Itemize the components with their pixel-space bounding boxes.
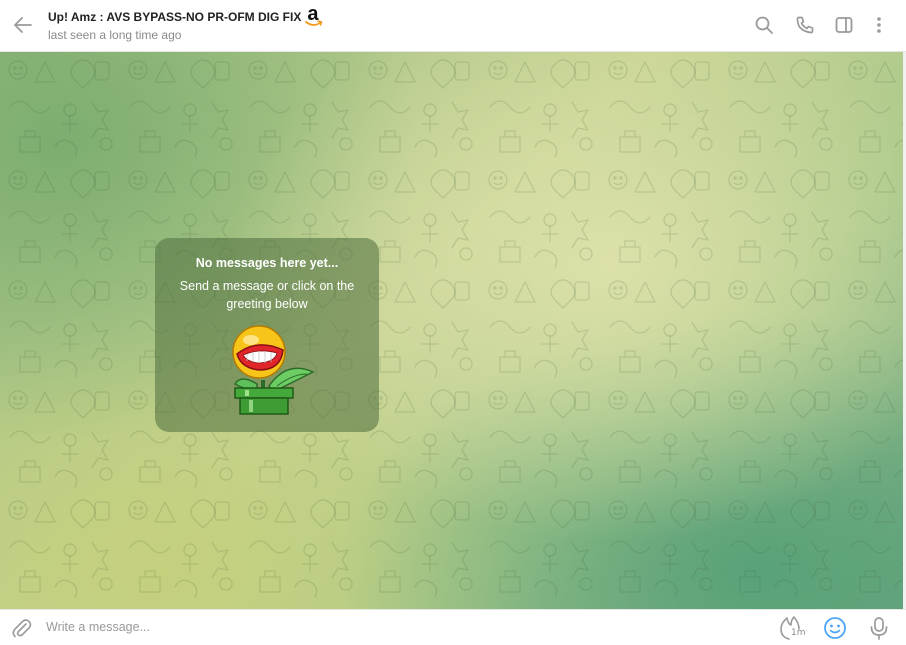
more-options-button[interactable]: [867, 13, 891, 37]
message-composer: 1m: [0, 609, 906, 643]
sidebar-toggle-icon: [835, 17, 853, 33]
piranha-plant-sticker[interactable]: [227, 324, 317, 416]
arrow-left-icon: [14, 17, 32, 33]
amazon-logo: a: [305, 3, 323, 28]
chat-header: Up! Amz : AVS BYPASS-NO PR-OFM DIG FIX a…: [0, 0, 906, 52]
microphone-icon: [870, 617, 888, 640]
doodle-pattern: [0, 52, 903, 609]
chat-status: last seen a long time ago: [48, 28, 182, 42]
emoji-button[interactable]: [822, 615, 848, 641]
emoji-icon: [824, 617, 846, 639]
chat-background: No messages here yet... Send a message o…: [0, 52, 903, 609]
more-vertical-icon: [877, 17, 881, 33]
search-icon: [755, 16, 773, 34]
self-destruct-timer-button[interactable]: 1m: [778, 615, 806, 641]
attach-button[interactable]: [10, 616, 32, 640]
search-button[interactable]: [752, 13, 776, 37]
phone-icon: [796, 16, 814, 34]
empty-chat-card: No messages here yet... Send a message o…: [155, 238, 379, 432]
chat-title[interactable]: Up! Amz : AVS BYPASS-NO PR-OFM DIG FIX: [48, 10, 301, 24]
chat-title-row[interactable]: Up! Amz : AVS BYPASS-NO PR-OFM DIG FIX a: [48, 3, 323, 28]
back-button[interactable]: [10, 12, 36, 38]
empty-chat-title: No messages here yet...: [195, 256, 339, 270]
paperclip-icon: [12, 619, 32, 638]
empty-chat-subtitle: Send a message or click on the greeting …: [179, 279, 355, 311]
voice-record-button[interactable]: [866, 615, 892, 641]
sidebar-toggle-button[interactable]: [832, 13, 856, 37]
message-input[interactable]: [46, 616, 646, 638]
call-button[interactable]: [793, 13, 817, 37]
timer-label: 1m: [791, 628, 806, 638]
